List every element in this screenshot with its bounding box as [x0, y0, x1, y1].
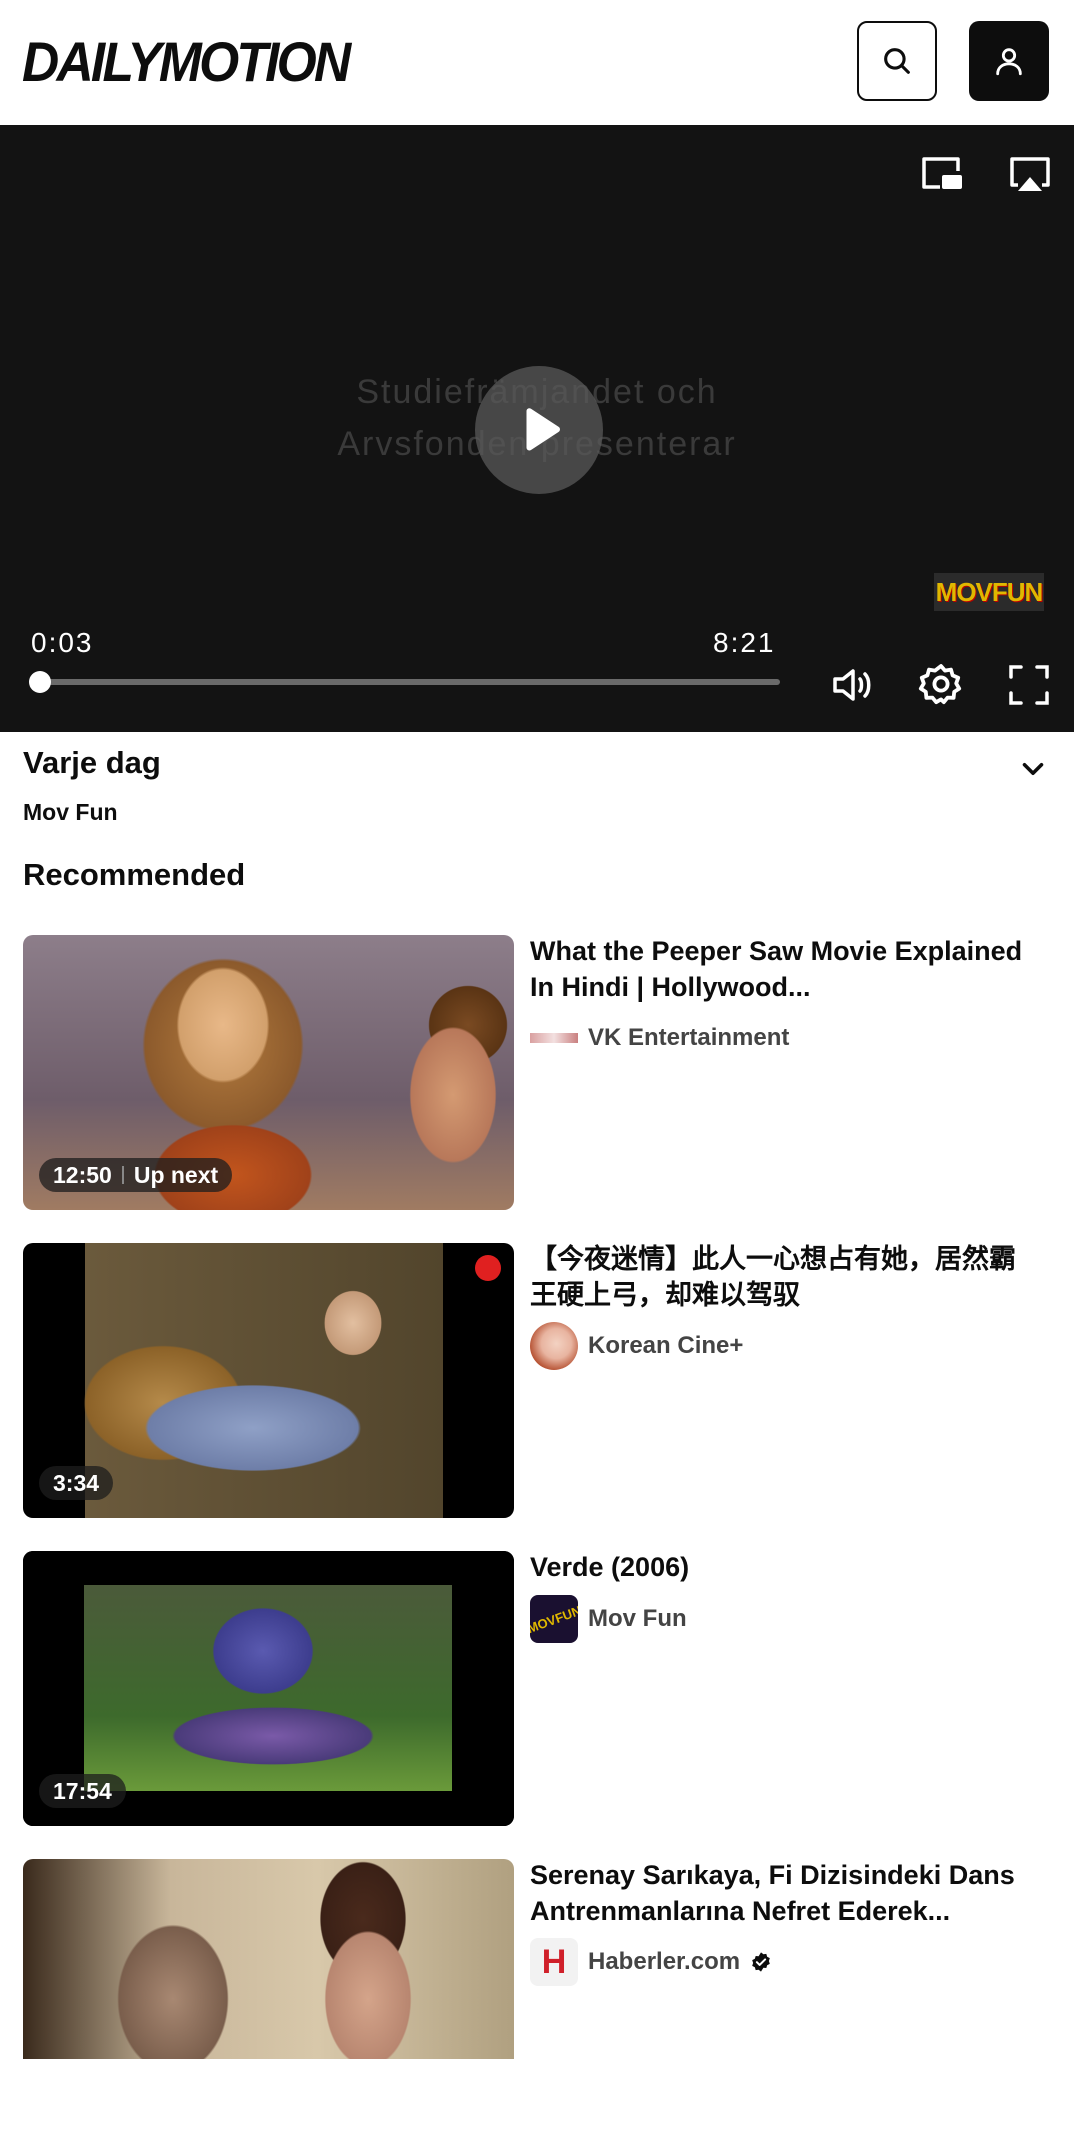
avatar-letter-icon: H — [541, 1942, 567, 1981]
channel-name: VK Entertainment — [588, 1024, 790, 1051]
chevron-down-icon[interactable] — [1016, 752, 1050, 786]
verified-badge-icon — [752, 1952, 770, 1972]
search-button[interactable] — [857, 21, 937, 101]
up-next-label: Up next — [133, 1161, 219, 1188]
channel-avatar — [530, 1322, 578, 1370]
duration-time: 8:21 — [713, 627, 776, 658]
channel-name: Haberler.com — [588, 1948, 741, 1975]
site-header: DAILYMOTION — [0, 0, 1074, 125]
badge-separator — [121, 1166, 124, 1184]
video-title: Varje dag — [23, 745, 161, 780]
video-card[interactable]: Serenay Sarıkaya, Fi Dizisindeki Dans An… — [0, 1859, 1074, 2139]
channel-link[interactable]: Mov Fun — [23, 799, 118, 826]
channel-name: Mov Fun — [588, 1605, 687, 1632]
channel-watermark: MOVFUN — [934, 573, 1044, 611]
card-channel[interactable]: MOVFUN Mov Fun — [530, 1595, 687, 1643]
progress-bar[interactable] — [29, 671, 780, 693]
play-icon — [526, 408, 560, 451]
channel-logo-icon — [475, 1255, 501, 1281]
settings-icon[interactable] — [917, 661, 965, 709]
card-title[interactable]: Verde (2006) — [530, 1549, 1030, 1585]
channel-avatar: H — [530, 1938, 578, 1986]
user-icon — [996, 48, 1022, 76]
account-button[interactable] — [969, 21, 1049, 101]
search-icon — [884, 48, 910, 74]
video-thumbnail[interactable]: 3:34 — [23, 1243, 514, 1518]
card-title[interactable]: Serenay Sarıkaya, Fi Dizisindeki Dans An… — [530, 1857, 1030, 1929]
duration-badge: 17:54 — [39, 1774, 126, 1808]
channel-name: Korean Cine+ — [588, 1332, 744, 1359]
video-card[interactable]: 17:54 Verde (2006) MOVFUN Mov Fun — [0, 1551, 1074, 1831]
recommended-heading: Recommended — [23, 857, 246, 892]
card-title[interactable]: What the Peeper Saw Movie Explained In H… — [530, 933, 1030, 1005]
video-thumbnail[interactable]: 12:50 Up next — [23, 935, 514, 1210]
video-player[interactable]: Studiefrämjandet och Arvsfonden presente… — [0, 125, 1074, 732]
current-time: 0:03 — [31, 627, 94, 658]
duration-badge: 3:34 — [39, 1466, 114, 1500]
letterbox-right — [452, 1551, 514, 1826]
avatar-text: MOVFUN — [530, 1602, 578, 1636]
volume-icon[interactable] — [829, 661, 877, 709]
duration-badge: 12:50 Up next — [39, 1158, 233, 1192]
video-thumbnail[interactable]: 17:54 — [23, 1551, 514, 1826]
card-title[interactable]: 【今夜迷情】此人一心想占有她，居然霸王硬上弓，却难以驾驭 — [530, 1241, 1030, 1313]
dailymotion-logo[interactable]: DAILYMOTION — [22, 22, 351, 102]
duration-text: 12:50 — [53, 1161, 112, 1188]
airplay-icon[interactable] — [1006, 151, 1054, 199]
channel-avatar: MOVFUN — [530, 1595, 578, 1643]
video-card[interactable]: 3:34 【今夜迷情】此人一心想占有她，居然霸王硬上弓，却难以驾驭 Korean… — [0, 1243, 1074, 1523]
card-channel[interactable]: Korean Cine+ — [530, 1322, 743, 1370]
duration-text: 17:54 — [53, 1777, 112, 1804]
picture-in-picture-icon[interactable] — [918, 151, 966, 199]
duration-text: 3:34 — [53, 1469, 100, 1496]
fullscreen-icon[interactable] — [1005, 661, 1053, 709]
card-channel[interactable]: H Haberler.com — [530, 1938, 772, 1986]
channel-avatar — [530, 1014, 578, 1062]
video-thumbnail[interactable] — [23, 1859, 514, 2059]
video-card[interactable]: 12:50 Up next What the Peeper Saw Movie … — [0, 935, 1074, 1215]
card-channel[interactable]: VK Entertainment — [530, 1014, 789, 1062]
play-button[interactable] — [475, 366, 603, 494]
progress-handle[interactable] — [29, 671, 52, 693]
